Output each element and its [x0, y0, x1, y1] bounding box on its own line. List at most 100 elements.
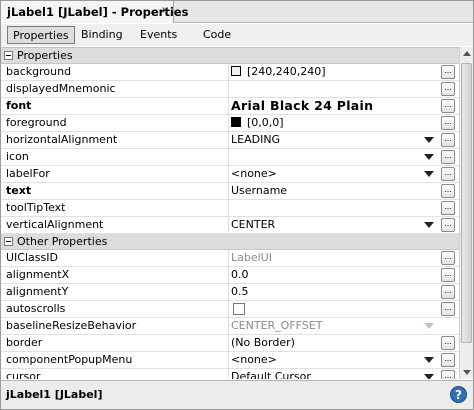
- category-label: Other Properties: [17, 235, 108, 248]
- property-row-baselineresizebehavior[interactable]: baselineResizeBehavior CENTER_OFFSET: [1, 318, 459, 335]
- property-value[interactable]: [0,0,0]: [231, 115, 437, 131]
- more-button[interactable]: ...: [441, 82, 455, 96]
- tab-code[interactable]: Code: [198, 26, 236, 44]
- more-button[interactable]: ...: [441, 150, 455, 164]
- autoscrolls-checkbox[interactable]: [233, 303, 245, 315]
- more-button[interactable]: ...: [441, 353, 455, 367]
- more-button[interactable]: ...: [441, 201, 455, 215]
- chevron-down-icon[interactable]: [424, 357, 434, 363]
- property-name: UIClassID: [1, 250, 229, 266]
- more-button[interactable]: ...: [441, 268, 455, 282]
- property-name: background: [1, 64, 229, 80]
- property-name: verticalAlignment: [1, 217, 229, 233]
- property-value[interactable]: [240,240,240]: [231, 64, 437, 80]
- vertical-scrollbar[interactable]: [459, 47, 473, 379]
- property-value[interactable]: Username: [231, 183, 437, 199]
- footer-bar: jLabel1 [JLabel] ?: [1, 380, 473, 409]
- property-value[interactable]: (No Border): [231, 335, 437, 351]
- property-value[interactable]: <none>: [231, 352, 437, 368]
- property-name: text: [1, 183, 229, 199]
- property-value[interactable]: [231, 200, 437, 216]
- property-name: componentPopupMenu: [1, 352, 229, 368]
- category-properties[interactable]: Properties: [1, 48, 459, 64]
- property-name: horizontalAlignment: [1, 132, 229, 148]
- selected-component-label: jLabel1 [JLabel]: [6, 388, 103, 401]
- property-row-horizontalalignment[interactable]: horizontalAlignment LEADING ...: [1, 132, 459, 149]
- property-value[interactable]: CENTER: [231, 217, 437, 233]
- property-value[interactable]: 0.0: [231, 267, 437, 283]
- property-row-border[interactable]: border (No Border) ...: [1, 335, 459, 352]
- property-value[interactable]: 0.5: [231, 284, 437, 300]
- collapse-icon[interactable]: [4, 51, 13, 60]
- chevron-down-icon[interactable]: [424, 137, 434, 143]
- property-name: labelFor: [1, 166, 229, 182]
- property-row-alignmentx[interactable]: alignmentX 0.0 ...: [1, 267, 459, 284]
- property-name: border: [1, 335, 229, 351]
- property-row-autoscrolls[interactable]: autoscrolls ...: [1, 301, 459, 318]
- scrollbar-thumb[interactable]: [461, 63, 472, 343]
- property-row-foreground[interactable]: foreground [0,0,0] ...: [1, 115, 459, 132]
- chevron-down-icon: [424, 323, 434, 329]
- property-value: CENTER_OFFSET: [231, 319, 323, 332]
- property-value[interactable]: Arial Black 24 Plain: [231, 98, 437, 114]
- property-name: autoscrolls: [1, 301, 229, 317]
- property-name: alignmentX: [1, 267, 229, 283]
- color-value: [240,240,240]: [247, 65, 326, 78]
- chevron-down-icon[interactable]: [424, 154, 434, 160]
- more-button[interactable]: ...: [441, 302, 455, 316]
- more-button[interactable]: ...: [441, 251, 455, 265]
- property-sheet: Properties background [240,240,240] ... …: [1, 47, 459, 379]
- property-row-font[interactable]: font Arial Black 24 Plain ...: [1, 98, 459, 115]
- tab-properties[interactable]: Properties: [7, 26, 75, 44]
- category-other-properties[interactable]: Other Properties: [1, 234, 459, 250]
- property-name: toolTipText: [1, 200, 229, 216]
- property-value[interactable]: [231, 149, 437, 165]
- more-button[interactable]: ...: [441, 370, 455, 379]
- more-button[interactable]: ...: [441, 336, 455, 350]
- property-row-alignmenty[interactable]: alignmentY 0.5 ...: [1, 284, 459, 301]
- property-name: foreground: [1, 115, 229, 131]
- property-row-cursor[interactable]: cursor Default Cursor ...: [1, 369, 459, 379]
- more-button[interactable]: ...: [441, 99, 455, 113]
- property-row-componentpopupmenu[interactable]: componentPopupMenu <none> ...: [1, 352, 459, 369]
- property-row-verticalalignment[interactable]: verticalAlignment CENTER ...: [1, 217, 459, 234]
- property-row-text[interactable]: text Username ...: [1, 183, 459, 200]
- window-tab[interactable]: jLabel1 [JLabel] - Properties ×: [1, 1, 188, 23]
- property-row-uiclassid[interactable]: UIClassID LabelUI ...: [1, 250, 459, 267]
- more-button[interactable]: ...: [441, 167, 455, 181]
- color-value: [0,0,0]: [247, 116, 284, 129]
- scroll-down-icon[interactable]: [460, 366, 473, 379]
- more-button[interactable]: ...: [441, 116, 455, 130]
- more-button[interactable]: ...: [441, 184, 455, 198]
- more-button[interactable]: ...: [441, 133, 455, 147]
- title-bar: jLabel1 [JLabel] - Properties ×: [1, 1, 473, 23]
- color-swatch: [231, 66, 241, 76]
- tab-events[interactable]: Events: [135, 26, 182, 44]
- more-button[interactable]: ...: [441, 218, 455, 232]
- collapse-icon[interactable]: [4, 237, 13, 246]
- property-row-background[interactable]: background [240,240,240] ...: [1, 64, 459, 81]
- tab-binding[interactable]: Binding: [76, 26, 128, 44]
- property-row-icon[interactable]: icon ...: [1, 149, 459, 166]
- property-name: cursor: [1, 369, 229, 379]
- property-row-tooltiptext[interactable]: toolTipText ...: [1, 200, 459, 217]
- property-value: LabelUI: [231, 251, 272, 264]
- more-button[interactable]: ...: [441, 65, 455, 79]
- property-value[interactable]: <none>: [231, 166, 437, 182]
- property-value[interactable]: Default Cursor: [231, 369, 437, 379]
- property-value[interactable]: [231, 81, 437, 97]
- chevron-down-icon[interactable]: [424, 222, 434, 228]
- chevron-down-icon[interactable]: [424, 171, 434, 177]
- scroll-up-icon[interactable]: [460, 47, 473, 60]
- property-row-displayedmnemonic[interactable]: displayedMnemonic ...: [1, 81, 459, 98]
- color-swatch: [231, 117, 241, 127]
- more-button[interactable]: ...: [441, 285, 455, 299]
- property-row-labelfor[interactable]: labelFor <none> ...: [1, 166, 459, 183]
- property-value[interactable]: LEADING: [231, 132, 437, 148]
- chevron-down-icon[interactable]: [424, 374, 434, 379]
- help-icon[interactable]: ?: [450, 386, 467, 403]
- property-name: alignmentY: [1, 284, 229, 300]
- property-name: baselineResizeBehavior: [1, 318, 229, 334]
- close-icon[interactable]: ×: [161, 5, 169, 16]
- category-label: Properties: [17, 49, 73, 62]
